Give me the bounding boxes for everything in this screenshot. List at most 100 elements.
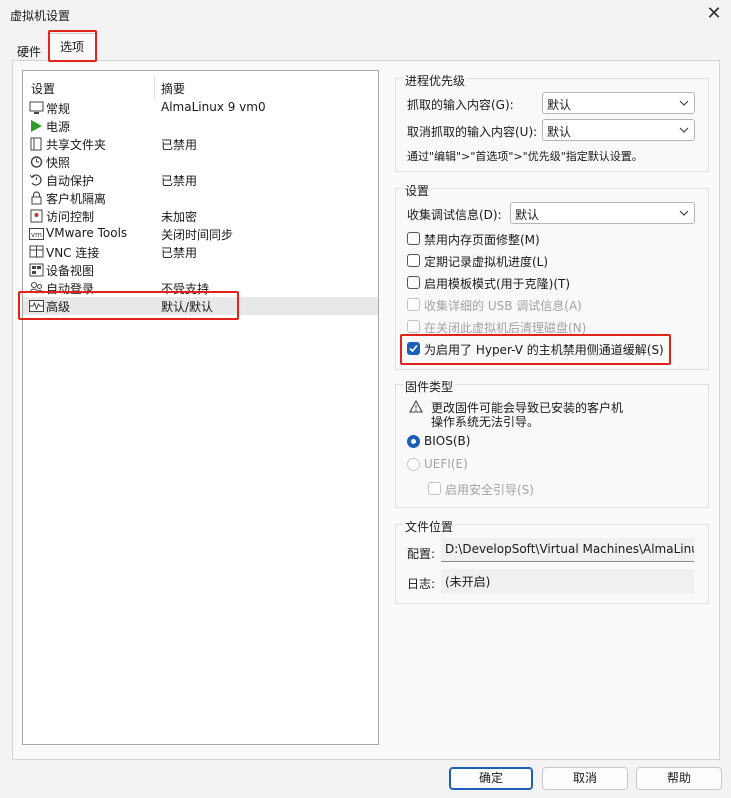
list-item-value: 关闭时间同步 (161, 228, 234, 242)
list-item-value: 已禁用 (161, 246, 198, 260)
list-item-name: 共享文件夹 (46, 138, 107, 152)
column-header-summary[interactable]: 摘要 (161, 80, 185, 97)
chevron-down-icon (679, 100, 689, 106)
list-item-name: 高级 (46, 300, 71, 314)
ungrab-input-select[interactable]: 默认 (542, 119, 695, 141)
cancel-button[interactable]: 取消 (542, 767, 628, 790)
settings-group-title: 设置 (403, 182, 432, 199)
log-path-field[interactable]: (未开启) (441, 569, 694, 593)
list-item[interactable]: VNC 连接 已禁用 (23, 243, 378, 261)
checkbox-box (407, 276, 420, 289)
list-item-value: 未加密 (161, 210, 198, 224)
firmware-title: 固件类型 (403, 378, 456, 395)
checkbox-box (407, 298, 420, 311)
grab-input-value: 默认 (547, 98, 572, 112)
list-item[interactable]: 共享文件夹 已禁用 (23, 135, 378, 153)
grab-input-label: 抓取的输入内容(G): (407, 98, 514, 112)
firmware-warning-line2: 操作系统无法引导。 (431, 415, 540, 429)
checkbox-label: 禁用内存页面修整(M) (424, 233, 540, 247)
checkbox-label: 收集详细的 USB 调试信息(A) (424, 299, 582, 313)
priority-hint: 通过"编辑">"首选项">"优先级"指定默认设置。 (407, 150, 643, 163)
list-item-name: 电源 (46, 120, 71, 134)
list-item[interactable]: 电源 (23, 117, 378, 135)
users-icon (29, 282, 44, 294)
file-location-title: 文件位置 (403, 518, 456, 535)
list-item[interactable]: 设备视图 (23, 261, 378, 279)
snapshot-icon (30, 156, 43, 168)
list-item-name: VMware Tools (46, 226, 128, 240)
checkmark-icon (409, 344, 418, 353)
radio-label: BIOS(B) (424, 434, 471, 448)
power-play-icon (31, 120, 42, 132)
checkbox-box (407, 232, 420, 245)
autoprotect-clock-icon (29, 174, 42, 186)
svg-text:vm: vm (31, 231, 42, 239)
checkbox-box (407, 320, 420, 333)
ungrab-input-value: 默认 (547, 125, 572, 139)
list-item[interactable]: 常规 AlmaLinux 9 vm0 (23, 99, 378, 117)
list-item-name: 设备视图 (46, 264, 95, 278)
list-item-value: 默认/默认 (161, 300, 214, 314)
list-item-value: 已禁用 (161, 174, 198, 188)
vnc-icon (29, 245, 44, 258)
list-item-selected[interactable]: 高级 默认/默认 (23, 297, 378, 315)
checkbox-label: 定期记录虚拟机进度(L) (424, 255, 549, 269)
tab-hardware[interactable]: 硬件 (12, 42, 46, 62)
tab-options[interactable]: 选项 (48, 33, 96, 61)
list-item-name: 访问控制 (46, 210, 95, 224)
lock-icon (31, 191, 42, 205)
config-path-value: D:\DevelopSoft\Virtual Machines\AlmaLinu… (445, 542, 694, 556)
list-item[interactable]: vm VMware Tools 关闭时间同步 (23, 225, 378, 243)
list-item[interactable]: 自动保护 已禁用 (23, 171, 378, 189)
radio-dot (407, 458, 420, 471)
chevron-down-icon (679, 210, 689, 216)
radio-label: UEFI(E) (424, 457, 468, 471)
radio-dot-selected (407, 435, 420, 448)
close-icon[interactable]: ✕ (703, 4, 725, 26)
checkbox-label: 为启用了 Hyper-V 的主机禁用侧通道缓解(S) (424, 343, 664, 357)
log-path-value: (未开启) (445, 575, 491, 589)
process-priority-title: 进程优先级 (403, 72, 468, 89)
debug-info-value: 默认 (515, 208, 540, 222)
config-path-field[interactable]: D:\DevelopSoft\Virtual Machines\AlmaLinu… (441, 538, 694, 562)
shared-folder-icon (30, 137, 42, 151)
advanced-pulse-icon (29, 300, 44, 312)
vm-icon: vm (29, 228, 44, 240)
ok-button[interactable]: 确定 (449, 767, 533, 790)
ungrab-input-label: 取消抓取的输入内容(U): (407, 125, 538, 139)
list-item[interactable]: 自动登录 不受支持 (23, 279, 378, 297)
chevron-down-icon (679, 127, 689, 133)
list-item-name: 自动保护 (46, 174, 95, 188)
list-item-name: 常规 (46, 102, 71, 116)
checkbox-box-checked (407, 342, 420, 355)
checkbox-label: 在关闭此虚拟机后清理磁盘(N) (424, 321, 587, 335)
access-control-icon (30, 209, 43, 223)
list-item-name: 自动登录 (46, 282, 95, 296)
list-item-value: 已禁用 (161, 138, 198, 152)
list-item-value: AlmaLinux 9 vm0 (161, 100, 266, 114)
list-item-name: VNC 连接 (46, 246, 100, 260)
list-item-value: 不受支持 (161, 282, 210, 296)
device-view-icon (29, 263, 44, 277)
debug-info-label: 收集调试信息(D): (407, 208, 502, 222)
list-item[interactable]: 快照 (23, 153, 378, 171)
config-label: 配置: (407, 547, 436, 561)
checkbox-box (428, 482, 441, 495)
warning-icon (409, 400, 423, 413)
list-item[interactable]: 访问控制 未加密 (23, 207, 378, 225)
grab-input-select[interactable]: 默认 (542, 92, 695, 114)
monitor-icon (29, 101, 44, 114)
column-header-setting[interactable]: 设置 (31, 80, 55, 97)
log-label: 日志: (407, 577, 436, 591)
list-item-name: 客户机隔离 (46, 192, 107, 206)
list-item[interactable]: 客户机隔离 (23, 189, 378, 207)
checkbox-box (407, 254, 420, 267)
window-title: 虚拟机设置 (10, 9, 71, 23)
list-item-name: 快照 (46, 156, 71, 170)
help-button[interactable]: 帮助 (636, 767, 722, 790)
checkbox-label: 启用安全引导(S) (445, 483, 534, 497)
checkbox-label: 启用模板模式(用于克隆)(T) (424, 277, 571, 291)
settings-list[interactable]: 设置 摘要 常规 AlmaLinux 9 vm0 电源 共享文件夹 已禁用 快照… (22, 70, 379, 745)
debug-info-select[interactable]: 默认 (510, 202, 695, 224)
title-bar: 虚拟机设置 ✕ (0, 0, 731, 30)
